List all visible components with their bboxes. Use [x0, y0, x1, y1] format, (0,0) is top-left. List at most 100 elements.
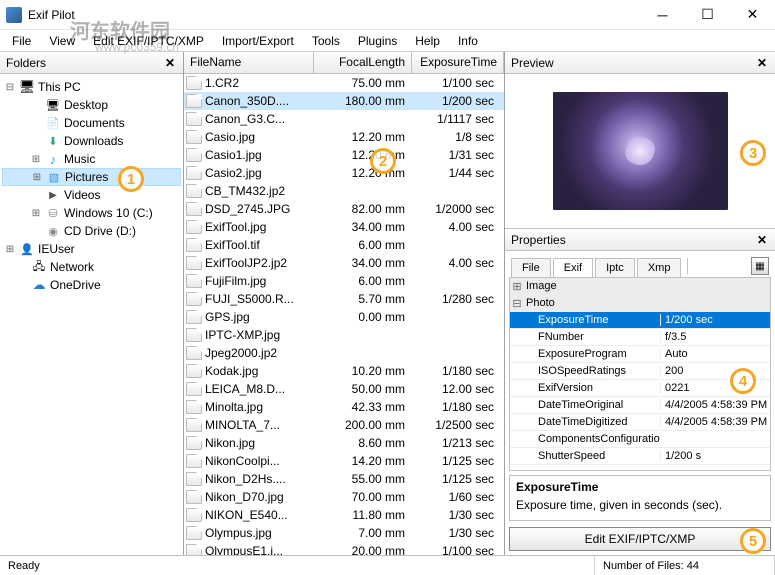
tree-node[interactable]: ⊞IEUser [2, 240, 181, 258]
file-row[interactable]: IPTC-XMP.jpg [184, 326, 504, 344]
property-grid[interactable]: ⊞Image⊟PhotoExposureTime1/200 secFNumber… [509, 277, 771, 471]
property-row[interactable]: FNumberf/3.5 [510, 329, 770, 346]
file-row[interactable]: ExifTool.jpg34.00 mm4.00 sec [184, 218, 504, 236]
property-row[interactable]: ShutterSpeed1/200 s [510, 448, 770, 465]
ic-drive [45, 205, 61, 221]
col-focallength[interactable]: FocalLength [314, 52, 412, 73]
folders-close-icon[interactable]: ✕ [161, 56, 179, 70]
file-row[interactable]: CB_TM432.jp2 [184, 182, 504, 200]
preview-close-icon[interactable]: ✕ [753, 56, 771, 70]
property-row[interactable]: ISOSpeedRatings200 [510, 363, 770, 380]
property-row[interactable]: ComponentsConfiguration [510, 431, 770, 448]
file-row[interactable]: Nikon.jpg8.60 mm1/213 sec [184, 434, 504, 452]
file-name: Jpeg2000.jp2 [205, 346, 313, 360]
file-exposure: 1/2500 sec [411, 418, 504, 432]
expand-icon[interactable]: ⊞ [30, 208, 42, 219]
tree-node[interactable]: Downloads [2, 132, 181, 150]
file-exposure: 1/31 sec [411, 148, 504, 162]
file-icon [186, 400, 202, 414]
expand-icon[interactable]: ⊞ [31, 172, 43, 183]
edit-exif-button[interactable]: Edit EXIF/IPTC/XMP [509, 527, 771, 551]
menu-import-export[interactable]: Import/Export [214, 32, 302, 50]
property-row[interactable]: DateTimeDigitized4/4/2005 4:58:39 PM [510, 414, 770, 431]
maximize-button[interactable]: ☐ [685, 0, 730, 30]
file-row[interactable]: Casio.jpg12.20 mm1/8 sec [184, 128, 504, 146]
tree-node[interactable]: CD Drive (D:) [2, 222, 181, 240]
file-row[interactable]: MINOLTA_7...200.00 mm1/2500 sec [184, 416, 504, 434]
tab-file[interactable]: File [511, 258, 551, 277]
file-icon [186, 526, 202, 540]
file-row[interactable]: Casio2.jpg12.20 mm1/44 sec [184, 164, 504, 182]
properties-tabs: File Exif Iptc Xmp ▦ [505, 251, 775, 277]
file-icon [186, 76, 202, 90]
file-row[interactable]: ExifToolJP2.jp234.00 mm4.00 sec [184, 254, 504, 272]
right-panel: Preview ✕ Properties ✕ File Exif Iptc Xm… [505, 52, 775, 555]
file-row[interactable]: LEICA_M8.D...50.00 mm12.00 sec [184, 380, 504, 398]
tree-node[interactable]: Desktop [2, 96, 181, 114]
file-row[interactable]: FUJI_S5000.R...5.70 mm1/280 sec [184, 290, 504, 308]
tree-node[interactable]: ⊞Pictures [2, 168, 181, 186]
col-filename[interactable]: FileName [184, 52, 314, 73]
col-exposuretime[interactable]: ExposureTime [412, 52, 504, 73]
file-focal: 10.20 mm [313, 364, 411, 378]
tree-node[interactable]: ⊟ This PC [2, 78, 181, 96]
file-focal: 42.33 mm [313, 400, 411, 414]
expand-icon[interactable]: ⊞ [510, 280, 524, 293]
expand-icon[interactable]: ⊞ [30, 154, 42, 165]
tree-node[interactable]: Videos [2, 186, 181, 204]
file-row[interactable]: Canon_G3.C...1/1117 sec [184, 110, 504, 128]
folder-tree[interactable]: ⊟This PCDesktopDocumentsDownloads⊞Music⊞… [0, 74, 183, 555]
minimize-button[interactable]: ─ [640, 0, 685, 30]
expand-icon[interactable]: ⊟ [510, 297, 524, 310]
file-row[interactable]: DSD_2745.JPG82.00 mm1/2000 sec [184, 200, 504, 218]
file-row[interactable]: Minolta.jpg42.33 mm1/180 sec [184, 398, 504, 416]
properties-options-button[interactable]: ▦ [751, 257, 769, 275]
tree-node[interactable]: ⊞Music [2, 150, 181, 168]
tab-iptc[interactable]: Iptc [595, 258, 635, 277]
file-row[interactable]: GPS.jpg0.00 mm [184, 308, 504, 326]
expand-icon[interactable]: ⊟ [4, 82, 16, 93]
menu-plugins[interactable]: Plugins [350, 32, 405, 50]
folders-header: Folders ✕ [0, 52, 183, 74]
menu-edit-exif[interactable]: Edit EXIF/IPTC/XMP [85, 32, 212, 50]
file-row[interactable]: NIKON_E540...11.80 mm1/30 sec [184, 506, 504, 524]
file-row[interactable]: Jpeg2000.jp2 [184, 344, 504, 362]
file-row[interactable]: Casio1.jpg12.20 mm1/31 sec [184, 146, 504, 164]
close-button[interactable]: ✕ [730, 0, 775, 30]
property-row[interactable]: ExifVersion0221 [510, 380, 770, 397]
tab-xmp[interactable]: Xmp [637, 258, 682, 277]
expand-icon[interactable]: ⊞ [4, 244, 16, 255]
tree-node[interactable]: Network [2, 258, 181, 276]
file-row[interactable]: Kodak.jpg10.20 mm1/180 sec [184, 362, 504, 380]
properties-close-icon[interactable]: ✕ [753, 233, 771, 247]
tree-node[interactable]: Documents [2, 114, 181, 132]
file-list-body[interactable]: 1.CR275.00 mm1/100 secCanon_350D....180.… [184, 74, 504, 555]
file-row[interactable]: Nikon_D2Hs....55.00 mm1/125 sec [184, 470, 504, 488]
file-icon [186, 346, 202, 360]
file-row[interactable]: Canon_350D....180.00 mm1/200 sec [184, 92, 504, 110]
property-row[interactable]: ExposureTime1/200 sec [510, 312, 770, 329]
file-row[interactable]: OlympusE1.j...20.00 mm1/100 sec [184, 542, 504, 555]
menu-info[interactable]: Info [450, 32, 486, 50]
menu-file[interactable]: File [4, 32, 39, 50]
file-row[interactable]: FujiFilm.jpg6.00 mm [184, 272, 504, 290]
tree-node[interactable]: OneDrive [2, 276, 181, 294]
ic-desktop [45, 97, 61, 113]
ic-cd [45, 223, 61, 239]
tree-label: This PC [38, 80, 81, 94]
file-row[interactable]: NikonCoolpi...14.20 mm1/125 sec [184, 452, 504, 470]
file-row[interactable]: 1.CR275.00 mm1/100 sec [184, 74, 504, 92]
menu-help[interactable]: Help [407, 32, 448, 50]
tab-exif[interactable]: Exif [553, 258, 593, 278]
property-row[interactable]: DateTimeOriginal4/4/2005 4:58:39 PM [510, 397, 770, 414]
file-row[interactable]: Olympus.jpg7.00 mm1/30 sec [184, 524, 504, 542]
file-row[interactable]: ExifTool.tif6.00 mm [184, 236, 504, 254]
property-row[interactable]: ⊞Image [510, 278, 770, 295]
file-row[interactable]: Nikon_D70.jpg70.00 mm1/60 sec [184, 488, 504, 506]
ic-folder [45, 115, 61, 131]
menu-tools[interactable]: Tools [304, 32, 348, 50]
property-row[interactable]: ExposureProgramAuto [510, 346, 770, 363]
menu-view[interactable]: View [41, 32, 83, 50]
tree-node[interactable]: ⊞Windows 10 (C:) [2, 204, 181, 222]
property-row[interactable]: ⊟Photo [510, 295, 770, 312]
